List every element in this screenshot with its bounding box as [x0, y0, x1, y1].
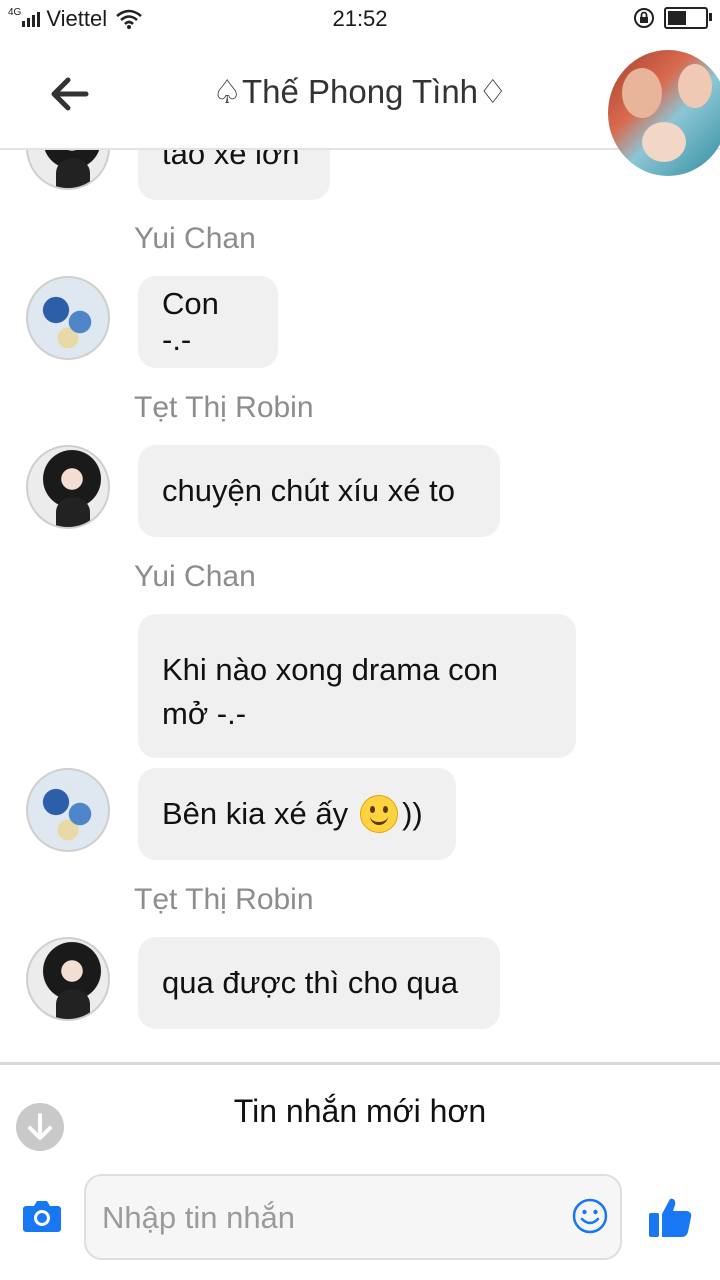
message-text: Bên kia xé ấy	[162, 796, 349, 831]
message-bubble[interactable]: chuyện chút xíu xé to	[138, 445, 500, 537]
message-text: mở -.-	[162, 696, 247, 731]
sender-name: Tẹt Thị Robin	[134, 883, 314, 916]
message-text: Khi nào xong drama con	[162, 652, 499, 687]
rotation-lock-icon	[634, 8, 654, 28]
status-right	[632, 6, 712, 30]
message-composer	[0, 1156, 720, 1280]
conversation-avatar[interactable]	[608, 50, 720, 176]
message-input-box[interactable]	[84, 1174, 622, 1260]
sender-name: Yui Chan	[134, 560, 256, 593]
sender-avatar[interactable]	[26, 937, 110, 1021]
camera-icon[interactable]	[22, 1198, 62, 1234]
sender-avatar[interactable]	[26, 445, 110, 529]
newer-messages-label[interactable]: Tin nhắn mới hơn	[0, 1093, 720, 1130]
smiling-face-emoji-icon	[360, 795, 399, 833]
message-text: tao xé lớn	[162, 148, 300, 171]
sender-name: Tẹt Thị Robin	[134, 391, 314, 424]
sender-avatar[interactable]	[26, 148, 110, 190]
emoji-picker-icon[interactable]	[572, 1198, 608, 1234]
message-input[interactable]	[100, 1176, 544, 1260]
message-text: chuyện chút xíu xé to	[162, 473, 455, 508]
message-bubble[interactable]: tao xé lớn	[138, 148, 330, 200]
message-text: qua được thì cho qua	[162, 965, 459, 1000]
message-list[interactable]: tao xé lớn Yui Chan Con -.- Tẹt Thị Robi…	[0, 148, 720, 1060]
clock: 21:52	[332, 6, 388, 31]
message-text: ))	[402, 796, 423, 831]
sender-avatar[interactable]	[26, 276, 110, 360]
message-text: Con -.-	[162, 286, 219, 357]
message-bubble[interactable]: Con -.-	[138, 276, 278, 368]
sender-name: Yui Chan	[134, 222, 256, 255]
message-bubble[interactable]: qua được thì cho qua	[138, 937, 500, 1029]
battery-icon	[664, 7, 712, 29]
message-bubble[interactable]: Bên kia xé ấy ))	[138, 768, 456, 860]
sender-avatar[interactable]	[26, 768, 110, 852]
message-bubble[interactable]: Khi nào xong drama con mở -.-	[138, 614, 576, 758]
newer-messages-bar[interactable]: Tin nhắn mới hơn	[0, 1062, 720, 1160]
thumbs-up-icon[interactable]	[648, 1196, 692, 1238]
status-bar: 4G Viettel 21:52	[0, 0, 720, 38]
